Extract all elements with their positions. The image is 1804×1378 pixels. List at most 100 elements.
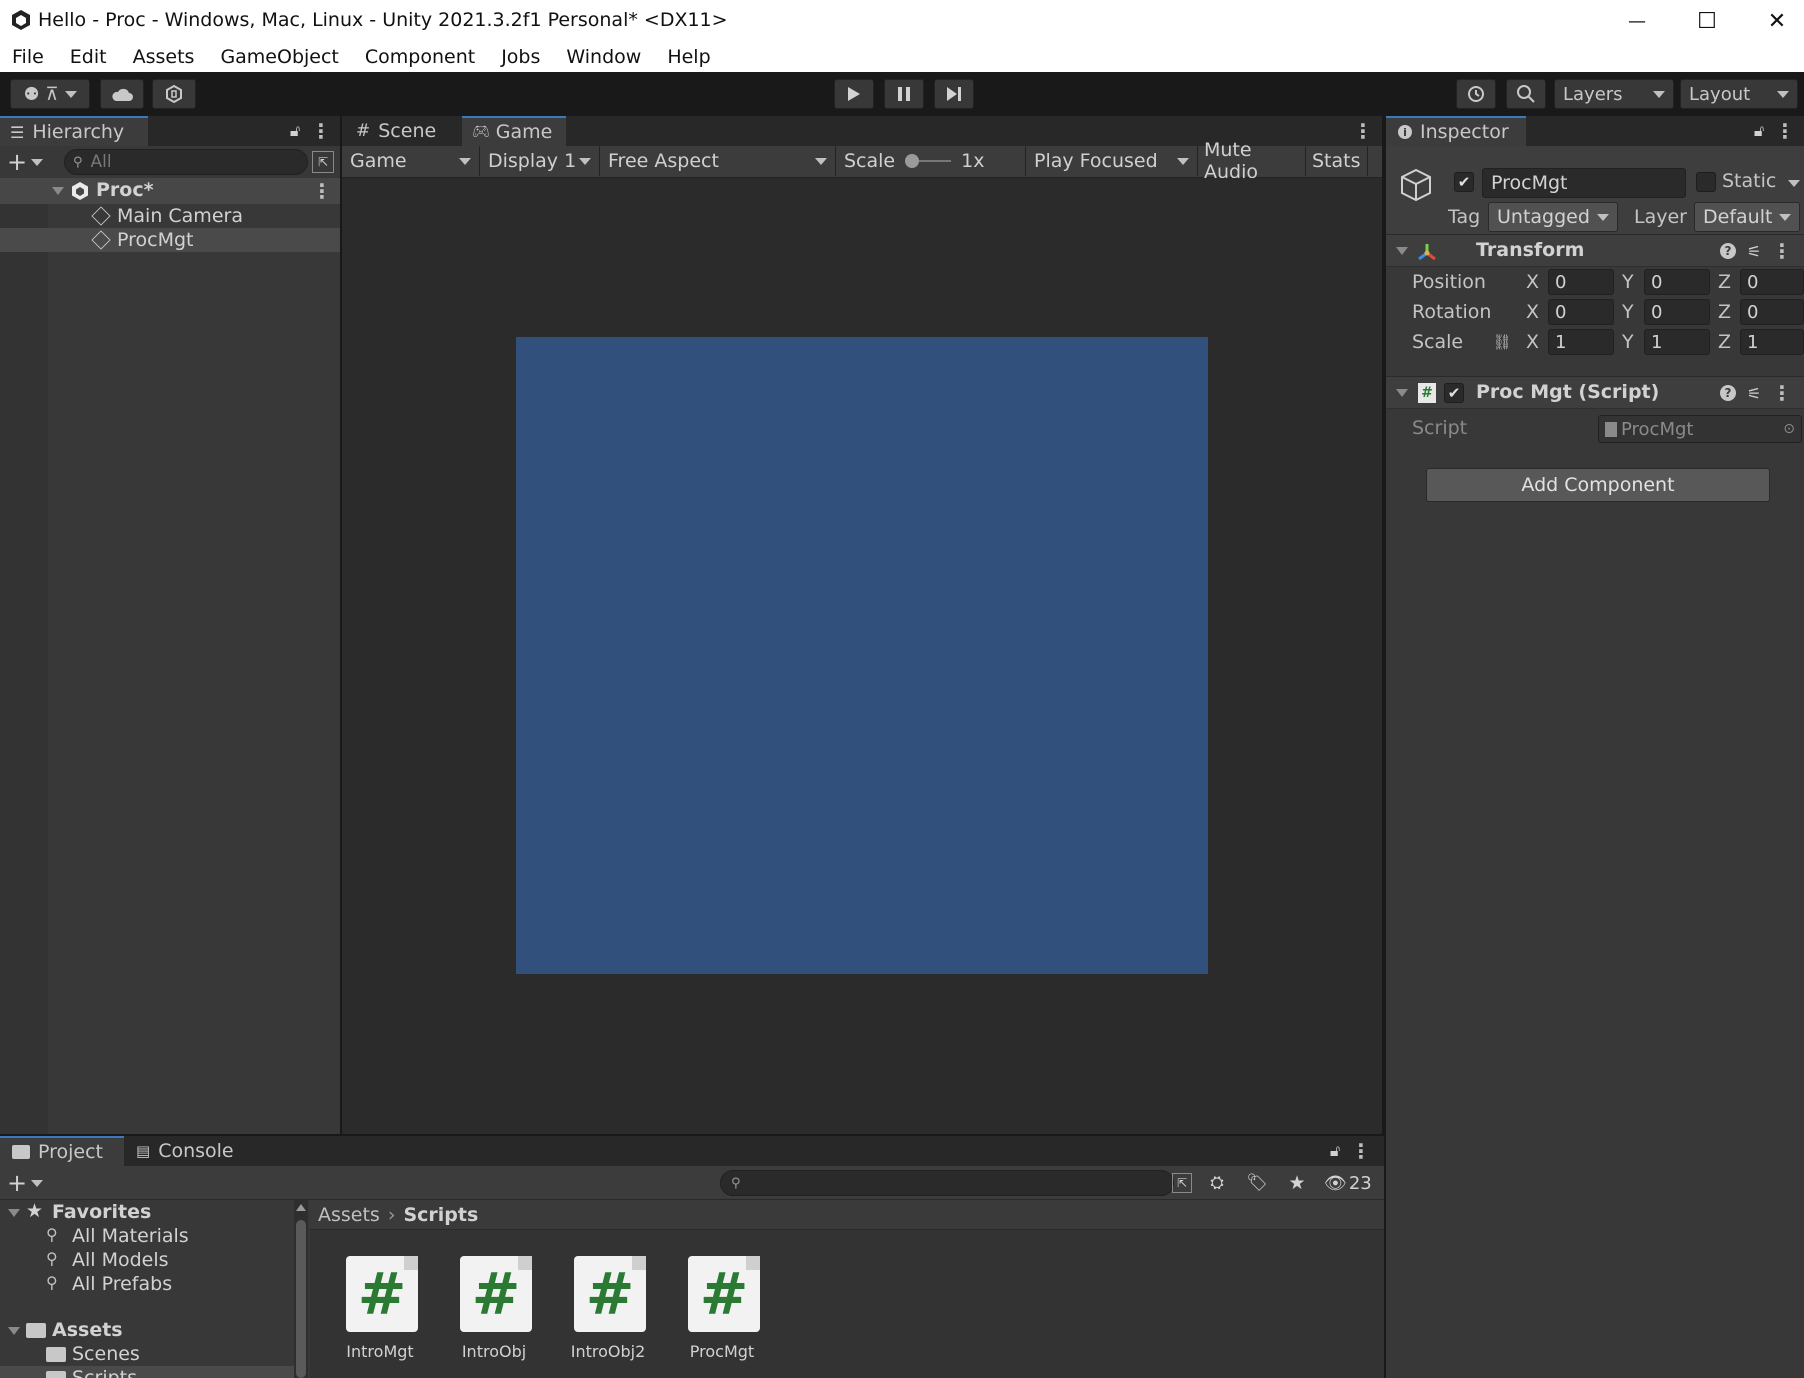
expand-icon[interactable]	[52, 187, 64, 195]
more-options-icon[interactable]: ⋮	[1350, 1138, 1372, 1164]
more-options-icon[interactable]: ⋮	[1772, 238, 1792, 264]
hidden-packages-toggle[interactable]: 👁︎ 23	[1324, 1171, 1372, 1195]
rotation-y-field[interactable]: 0	[1644, 299, 1710, 325]
pause-button[interactable]	[884, 79, 924, 109]
position-x-field[interactable]: 0	[1548, 269, 1614, 295]
step-button[interactable]	[934, 79, 974, 109]
rotation-x-field[interactable]: 0	[1548, 299, 1614, 325]
menu-file[interactable]: File	[12, 46, 44, 68]
minimize-button[interactable]: —	[1620, 4, 1654, 38]
position-y-field[interactable]: 0	[1644, 269, 1710, 295]
play-mode-dropdown[interactable]: Play Focused	[1026, 146, 1198, 176]
assets-row[interactable]: Assets	[0, 1318, 294, 1342]
breadcrumb-scripts[interactable]: Scripts	[403, 1204, 478, 1226]
aspect-dropdown[interactable]: Free Aspect	[600, 146, 836, 176]
search-button[interactable]	[1506, 79, 1546, 109]
hierarchy-item-selected[interactable]: ProcMgt	[0, 228, 340, 252]
maximize-button[interactable]: ☐	[1690, 4, 1724, 38]
asset-item[interactable]: # IntroObj2	[558, 1256, 658, 1376]
play-button[interactable]	[834, 79, 874, 109]
active-checkbox[interactable]: ✔	[1454, 172, 1474, 192]
filter-by-label-icon[interactable]: 🏷︎	[1244, 1171, 1270, 1195]
help-icon[interactable]: ?	[1720, 385, 1736, 401]
breadcrumb-assets[interactable]: Assets	[318, 1204, 380, 1226]
add-icon[interactable]: +	[7, 1169, 44, 1197]
static-checkbox[interactable]	[1696, 172, 1716, 192]
stats-toggle[interactable]: Stats	[1306, 146, 1368, 176]
help-icon[interactable]: ?	[1720, 243, 1736, 259]
lock-icon[interactable]: 🔓︎	[284, 120, 306, 142]
menu-help[interactable]: Help	[667, 46, 710, 68]
list-item[interactable]: Scenes	[0, 1342, 294, 1366]
tab-console[interactable]: ▤ Console	[126, 1136, 246, 1166]
tab-scene[interactable]: # Scene	[342, 116, 460, 146]
list-item[interactable]: ⚲ All Materials	[0, 1224, 294, 1248]
scrollbar-thumb[interactable]	[296, 1220, 306, 1378]
search-by-type-icon[interactable]: ⇱	[1172, 1173, 1192, 1193]
object-name-field[interactable]: ProcMgt	[1482, 168, 1686, 198]
link-icon[interactable]: ⛓	[1490, 331, 1514, 353]
collapse-icon[interactable]	[1396, 247, 1408, 255]
expand-icon[interactable]	[8, 1327, 20, 1335]
menu-jobs[interactable]: Jobs	[501, 46, 540, 68]
history-button[interactable]	[1456, 79, 1496, 109]
object-picker-icon[interactable]: ⊙	[1783, 421, 1795, 437]
enabled-checkbox[interactable]: ✔	[1444, 383, 1464, 403]
scale-slider[interactable]	[905, 154, 952, 168]
scene-row[interactable]: Proc* ⋮	[0, 178, 340, 204]
tab-project[interactable]: Project	[0, 1136, 124, 1166]
list-item[interactable]: ⚲ All Models	[0, 1248, 294, 1272]
more-options-icon[interactable]: ⋮	[1352, 118, 1374, 144]
hierarchy-search-input[interactable]: ⚲ All	[64, 149, 308, 175]
menu-component[interactable]: Component	[365, 46, 475, 68]
menu-edit[interactable]: Edit	[70, 46, 107, 68]
list-item[interactable]: ⚲ All Prefabs	[0, 1272, 294, 1296]
tab-inspector[interactable]: i Inspector	[1386, 116, 1526, 146]
add-component-button[interactable]: Add Component	[1426, 468, 1770, 502]
scroll-up-icon[interactable]	[296, 1204, 306, 1211]
scale-z-field[interactable]: 1	[1740, 329, 1804, 355]
lock-icon[interactable]: 🔓︎	[1748, 120, 1770, 142]
more-options-icon[interactable]: ⋮	[312, 178, 332, 204]
tree-scrollbar[interactable]	[294, 1200, 308, 1378]
game-viewport[interactable]	[342, 178, 1382, 1134]
menu-gameobject[interactable]: GameObject	[220, 46, 338, 68]
filter-by-type-icon[interactable]: ⛭	[1204, 1171, 1230, 1195]
tab-game[interactable]: 🎮︎ Game	[462, 116, 566, 146]
menu-window[interactable]: Window	[566, 46, 641, 68]
favorites-row[interactable]: ★ Favorites	[0, 1200, 294, 1224]
expand-icon[interactable]	[8, 1209, 20, 1217]
list-item-selected[interactable]: Scripts	[0, 1366, 294, 1378]
tab-hierarchy[interactable]: ☰ Hierarchy	[0, 116, 148, 146]
favorites-star-icon[interactable]: ★	[1284, 1171, 1310, 1195]
position-z-field[interactable]: 0	[1740, 269, 1804, 295]
collab-button[interactable]	[152, 79, 196, 109]
account-dropdown[interactable]: ⚉ ⊼	[10, 79, 90, 109]
more-options-icon[interactable]: ⋮	[310, 118, 332, 144]
asset-item[interactable]: # ProcMgt	[672, 1256, 772, 1376]
game-view-dropdown[interactable]: Game	[342, 146, 480, 176]
lock-icon[interactable]: 🔓︎	[1324, 1140, 1346, 1162]
layout-dropdown[interactable]: Layout	[1680, 79, 1798, 109]
scale-y-field[interactable]: 1	[1644, 329, 1710, 355]
hierarchy-item[interactable]: Main Camera	[0, 204, 340, 228]
project-search-input[interactable]: ⚲	[720, 1170, 1174, 1196]
rotation-z-field[interactable]: 0	[1740, 299, 1804, 325]
mute-audio-toggle[interactable]: Mute Audio	[1198, 139, 1306, 183]
add-icon[interactable]: +	[7, 148, 44, 176]
presets-icon[interactable]: ⚟	[1744, 240, 1764, 262]
close-button[interactable]: ✕	[1760, 4, 1794, 38]
collapse-icon[interactable]	[1396, 389, 1408, 397]
cloud-button[interactable]	[100, 79, 144, 109]
scene-filter-icon[interactable]: ⇱	[312, 151, 334, 173]
asset-item[interactable]: # IntroObj	[444, 1256, 544, 1376]
script-component-header[interactable]: # ✔ Proc Mgt (Script) ? ⚟ ⋮	[1386, 377, 1804, 409]
tag-dropdown[interactable]: Untagged	[1488, 202, 1618, 232]
more-options-icon[interactable]: ⋮	[1774, 118, 1796, 144]
asset-item[interactable]: # IntroMgt	[330, 1256, 430, 1376]
layers-dropdown[interactable]: Layers	[1554, 79, 1674, 109]
transform-header[interactable]: Transform ? ⚟ ⋮	[1386, 235, 1804, 267]
display-dropdown[interactable]: Display 1	[480, 146, 600, 176]
scale-x-field[interactable]: 1	[1548, 329, 1614, 355]
layer-dropdown[interactable]: Default	[1694, 202, 1800, 232]
